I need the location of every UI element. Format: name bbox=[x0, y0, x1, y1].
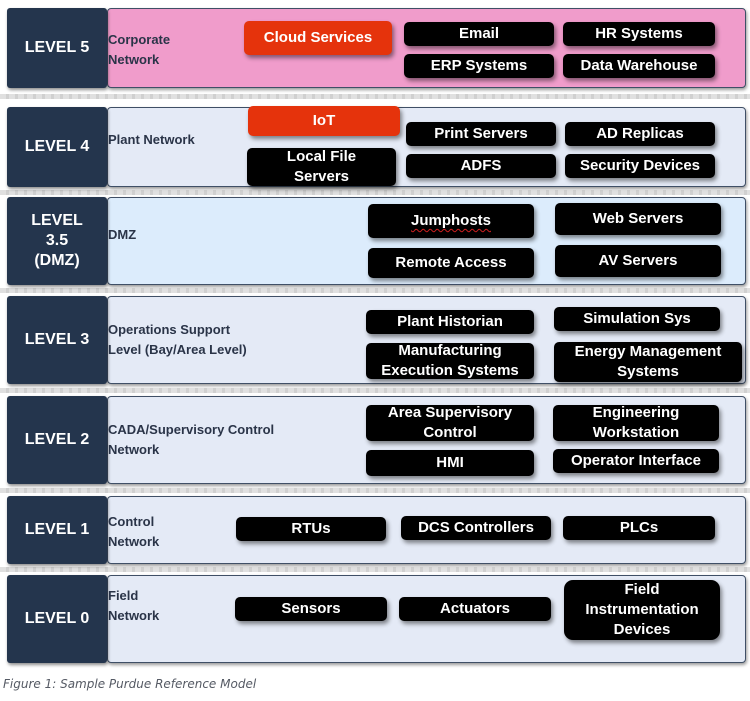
level-label: LEVEL 4 bbox=[7, 107, 107, 187]
component-security-devices: Security Devices bbox=[565, 154, 715, 178]
component-hr-systems: HR Systems bbox=[563, 22, 715, 46]
network-label: Plant Network bbox=[108, 132, 195, 147]
level-label: LEVEL 3 bbox=[7, 296, 107, 384]
component-sensors: Sensors bbox=[235, 597, 387, 621]
component-cloud-services: Cloud Services bbox=[244, 21, 392, 55]
component-print-servers: Print Servers bbox=[406, 122, 556, 146]
component-data-warehouse: Data Warehouse bbox=[563, 54, 715, 78]
network-label: Corporate Network bbox=[108, 32, 171, 67]
level-separator bbox=[0, 488, 750, 493]
component-adfs: ADFS bbox=[406, 154, 556, 178]
component-email: Email bbox=[404, 22, 554, 46]
component-plant-historian: Plant Historian bbox=[366, 310, 534, 334]
component-label: Jumphosts bbox=[410, 212, 491, 229]
network-label: DMZ bbox=[108, 227, 137, 242]
component-remote-access: Remote Access bbox=[368, 248, 534, 278]
component-area-supervisory-control: Area Supervisory Control bbox=[366, 404, 534, 441]
level-label: LEVEL 2 bbox=[7, 396, 107, 484]
level-label: LEVEL 5 bbox=[7, 8, 107, 88]
component-hmi: HMI bbox=[366, 450, 534, 476]
figure-caption: Figure 1: Sample Purdue Reference Model bbox=[3, 677, 257, 691]
component-manufacturing-execution-systems: Manufacturing Execution Systems bbox=[366, 342, 534, 379]
component-dcs-controllers: DCS Controllers bbox=[401, 516, 551, 540]
component-erp-systems: ERP Systems bbox=[404, 54, 554, 78]
level-separator bbox=[0, 94, 750, 99]
level-separator bbox=[0, 567, 750, 572]
component-rtus: RTUs bbox=[236, 517, 386, 541]
network-label: CADA/Supervisory Control Network bbox=[108, 422, 275, 457]
component-av-servers: AV Servers bbox=[555, 245, 721, 277]
network-label: Control Network bbox=[108, 514, 160, 549]
component-actuators: Actuators bbox=[399, 597, 551, 621]
network-label: Operations Support Level (Bay/Area Level… bbox=[108, 322, 247, 357]
component-engineering-workstation: Engineering Workstation bbox=[553, 404, 719, 441]
component-local-file-servers: Local File Servers bbox=[247, 148, 396, 186]
level-separator bbox=[0, 388, 750, 393]
component-web-servers: Web Servers bbox=[555, 203, 721, 235]
level-label: LEVEL 0 bbox=[7, 575, 107, 663]
component-energy-management-systems: Energy Management Systems bbox=[554, 342, 742, 382]
component-iot: IoT bbox=[248, 106, 400, 136]
level-separator bbox=[0, 190, 750, 195]
network-label: Field Network bbox=[108, 588, 160, 623]
level-separator bbox=[0, 288, 750, 293]
component-field-instrumentation-devices: Field Instrumentation Devices bbox=[564, 580, 720, 640]
component-simulation-sys: Simulation Sys bbox=[554, 307, 720, 331]
component-jumphosts: Jumphosts bbox=[368, 204, 534, 238]
component-operator-interface: Operator Interface bbox=[553, 449, 719, 473]
level-label: LEVEL 3.5 (DMZ) bbox=[7, 197, 107, 285]
component-plcs: PLCs bbox=[563, 516, 715, 540]
level-label: LEVEL 1 bbox=[7, 496, 107, 564]
component-ad-replicas: AD Replicas bbox=[565, 122, 715, 146]
